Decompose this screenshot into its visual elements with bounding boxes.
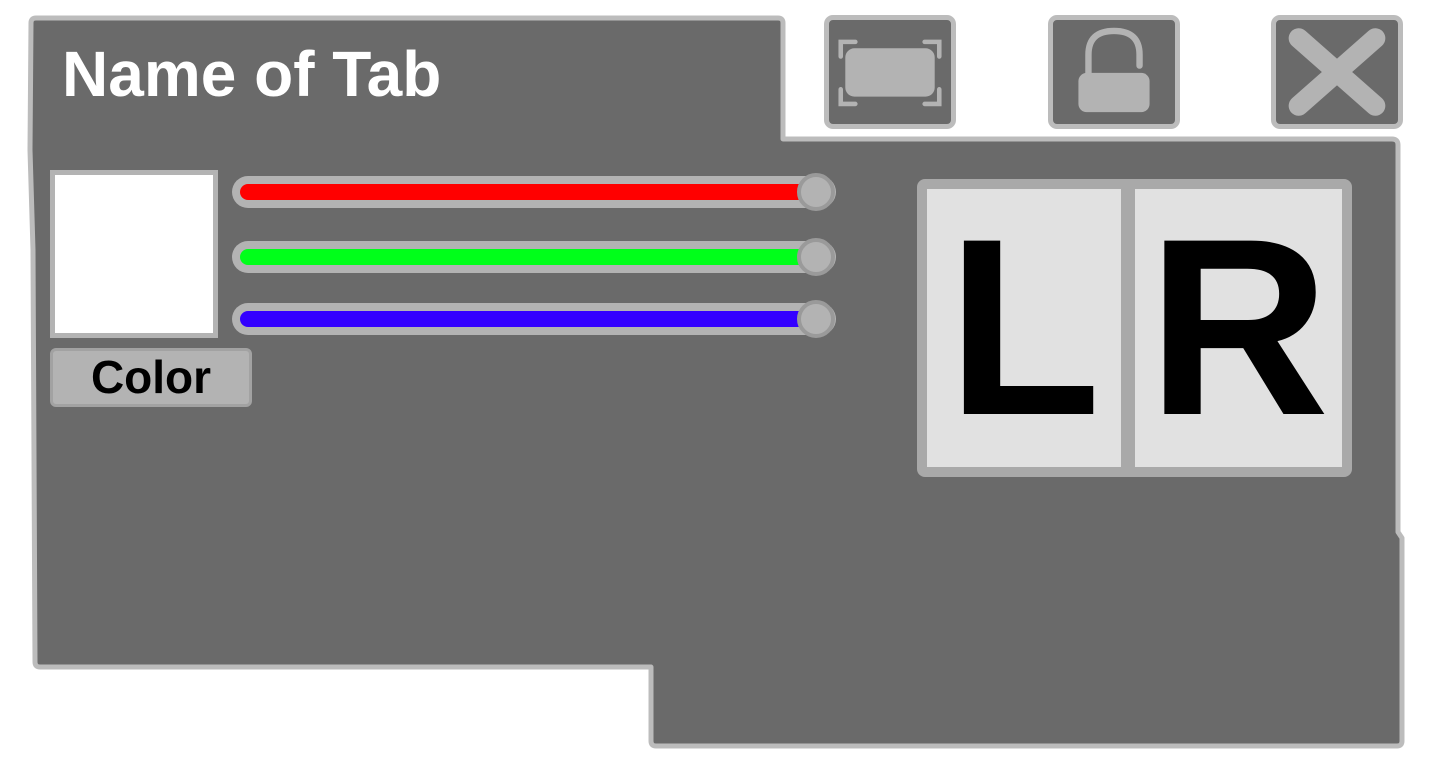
right-button[interactable]: R <box>1135 189 1342 467</box>
unlocked-padlock-icon <box>1078 27 1150 113</box>
close-x-icon <box>1288 28 1386 116</box>
red-slider[interactable] <box>232 173 836 211</box>
red-slider-knob[interactable] <box>797 173 835 211</box>
color-button[interactable]: Color <box>50 348 252 407</box>
expand-button[interactable] <box>824 15 956 129</box>
green-slider-fill <box>240 249 816 265</box>
close-button[interactable] <box>1271 15 1403 129</box>
left-button[interactable]: L <box>927 189 1121 467</box>
blue-slider-knob[interactable] <box>797 300 835 338</box>
color-swatch <box>50 170 218 338</box>
red-slider-fill <box>240 184 816 200</box>
blue-slider[interactable] <box>232 300 836 338</box>
tab-title: Name of Tab <box>62 38 442 110</box>
blue-slider-fill <box>240 311 816 327</box>
lock-button[interactable] <box>1048 15 1180 129</box>
lr-toggle: L R <box>917 179 1352 477</box>
green-slider[interactable] <box>232 238 836 276</box>
expand-frame-icon <box>838 39 942 107</box>
green-slider-knob[interactable] <box>797 238 835 276</box>
